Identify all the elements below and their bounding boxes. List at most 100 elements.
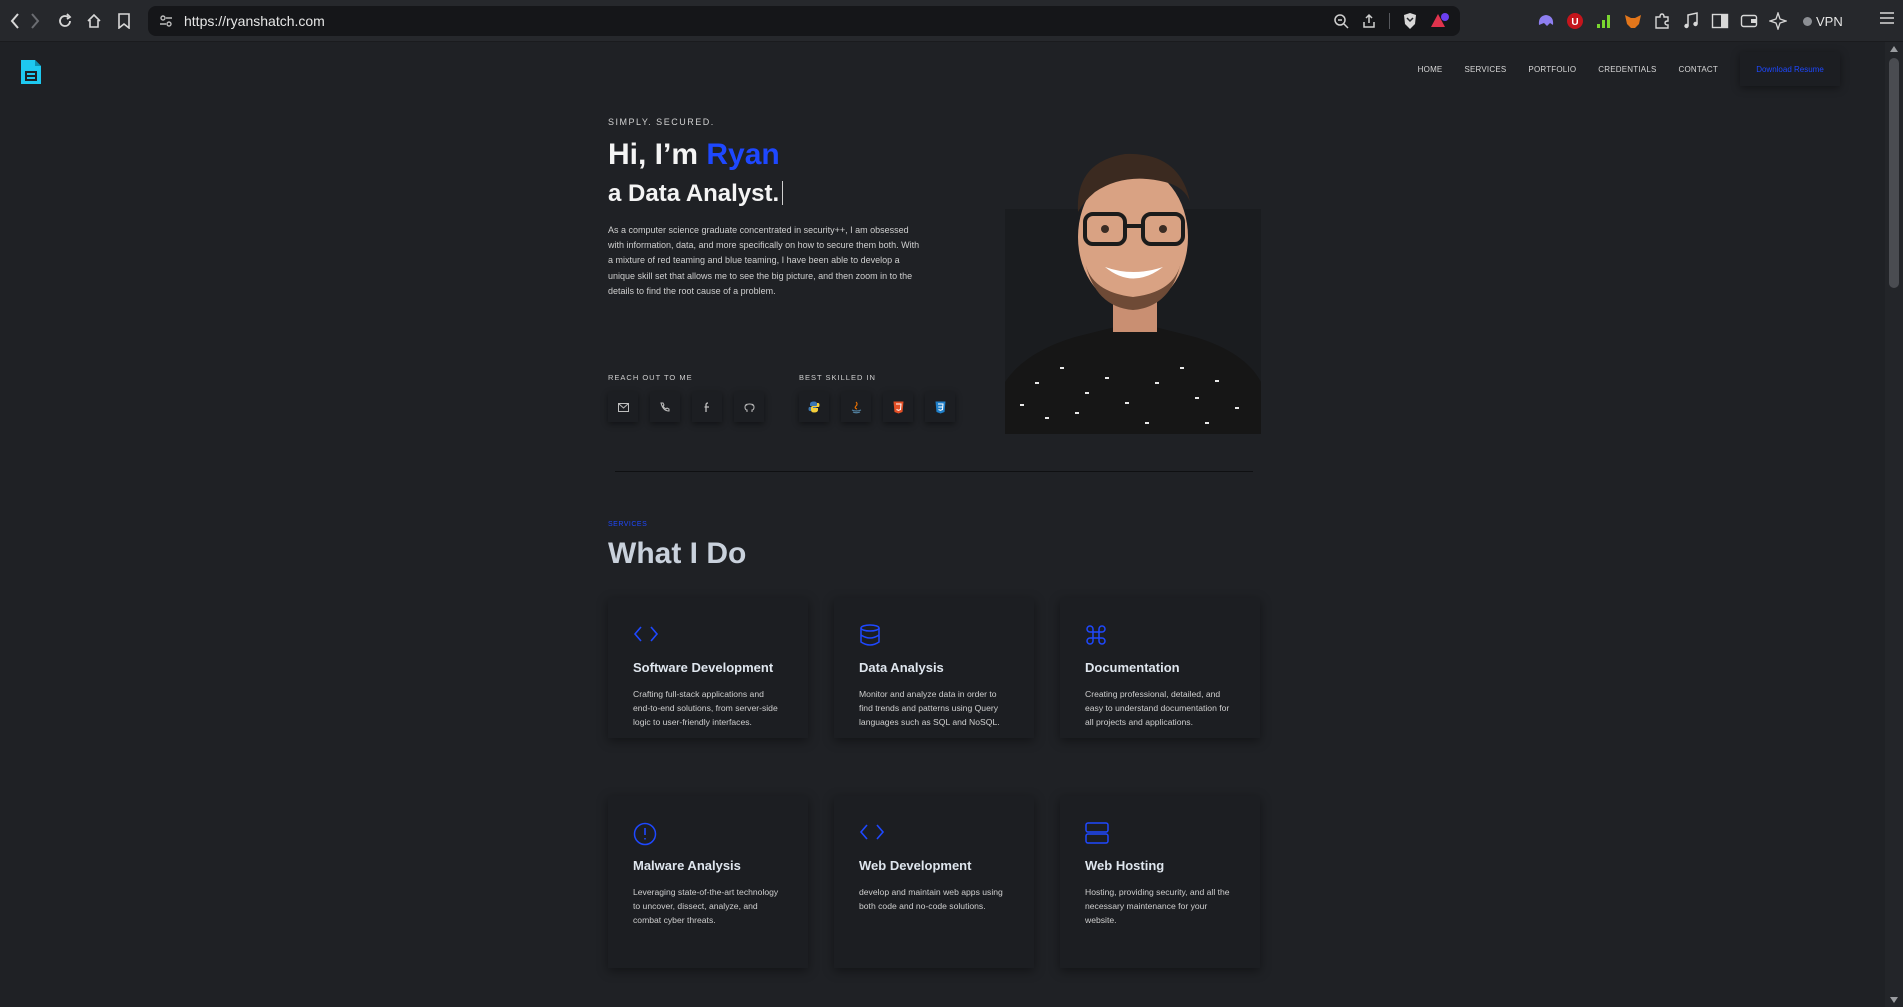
service-title: Web Development bbox=[859, 858, 972, 873]
skill-icons bbox=[799, 392, 955, 422]
role-text: a Data Analyst. bbox=[608, 180, 780, 207]
address-bar[interactable]: https://ryanshatch.com bbox=[148, 6, 1460, 36]
service-card: Web Development develop and maintain web… bbox=[834, 796, 1034, 968]
css3-icon bbox=[935, 401, 945, 413]
browser-toolbar: https://ryanshatch.com U VPN bbox=[0, 0, 1903, 42]
hamburger-icon bbox=[1880, 12, 1894, 24]
skills-label: BEST SKILLED IN bbox=[799, 373, 876, 382]
nav-portfolio[interactable]: PORTFOLIO bbox=[1528, 65, 1576, 74]
server-icon bbox=[1085, 822, 1109, 844]
service-card: Web Hosting Hosting, providing security,… bbox=[1060, 796, 1260, 968]
hero-role: a Data Analyst. bbox=[608, 180, 784, 208]
service-card: Malware Analysis Leveraging state-of-the… bbox=[608, 796, 808, 968]
site-nav: HOME SERVICES PORTFOLIO CREDENTIALS CONT… bbox=[1418, 52, 1840, 86]
url-text[interactable]: https://ryanshatch.com bbox=[184, 13, 325, 29]
leo-ai-icon[interactable] bbox=[1768, 11, 1788, 31]
reach-out-label: REACH OUT TO ME bbox=[608, 373, 693, 382]
service-text: develop and maintain web apps using both… bbox=[859, 887, 1003, 911]
vpn-button[interactable]: VPN bbox=[1797, 14, 1849, 29]
service-title: Web Hosting bbox=[1085, 858, 1165, 873]
service-title: Software Development bbox=[633, 660, 774, 675]
site-settings-icon[interactable] bbox=[148, 14, 184, 28]
hero-tagline: SIMPLY. SECURED. bbox=[608, 117, 715, 127]
skill-html5 bbox=[883, 392, 913, 422]
chevron-right-icon bbox=[31, 13, 40, 29]
email-link[interactable] bbox=[608, 392, 638, 422]
profile-photo bbox=[1005, 153, 1261, 434]
bookmark-button[interactable] bbox=[109, 6, 139, 36]
forward-button[interactable] bbox=[20, 6, 50, 36]
brave-rewards-icon[interactable] bbox=[1430, 12, 1450, 30]
metamask-icon[interactable] bbox=[1623, 11, 1643, 31]
ublock-icon[interactable]: U bbox=[1565, 11, 1585, 31]
facebook-icon bbox=[704, 401, 709, 412]
facebook-link[interactable] bbox=[692, 392, 722, 422]
nav-contact[interactable]: CONTACT bbox=[1679, 65, 1718, 74]
sidebar-toggle-icon[interactable] bbox=[1710, 11, 1730, 31]
service-title: Data Analysis bbox=[859, 660, 944, 675]
mail-icon bbox=[617, 402, 629, 412]
scroll-down-icon[interactable] bbox=[1890, 997, 1898, 1003]
browser-menu-button[interactable] bbox=[1879, 11, 1895, 30]
svg-text:U: U bbox=[1571, 17, 1578, 28]
service-text: Creating professional, detailed, and eas… bbox=[1085, 689, 1230, 727]
nav-services[interactable]: SERVICES bbox=[1464, 65, 1506, 74]
java-icon bbox=[851, 401, 861, 413]
service-card: Documentation Creating professional, det… bbox=[1060, 598, 1260, 738]
puzzle-icon[interactable] bbox=[1652, 11, 1672, 31]
chevron-left-icon bbox=[10, 13, 19, 29]
home-button[interactable] bbox=[79, 6, 109, 36]
reload-button[interactable] bbox=[50, 6, 80, 36]
python-icon bbox=[808, 401, 820, 413]
service-title: Documentation bbox=[1085, 660, 1180, 675]
skill-css3 bbox=[925, 392, 955, 422]
services-tag: SERVICES bbox=[608, 521, 648, 528]
service-title: Malware Analysis bbox=[633, 858, 741, 873]
signal-extension-icon[interactable] bbox=[1594, 11, 1614, 31]
music-icon[interactable] bbox=[1681, 11, 1701, 31]
skill-java bbox=[841, 392, 871, 422]
github-icon bbox=[743, 402, 755, 412]
phone-link[interactable] bbox=[650, 392, 680, 422]
skill-python bbox=[799, 392, 829, 422]
ghost-extension-icon[interactable] bbox=[1536, 11, 1556, 31]
nav-credentials[interactable]: CREDENTIALS bbox=[1598, 65, 1656, 74]
separator bbox=[1389, 13, 1390, 29]
contact-icons bbox=[608, 392, 764, 422]
database-icon bbox=[860, 624, 880, 646]
services-title: What I Do bbox=[608, 537, 747, 570]
typing-caret bbox=[782, 181, 784, 205]
extensions-bar: U VPN bbox=[1536, 6, 1849, 36]
hero-name: Ryan bbox=[706, 138, 780, 171]
alert-circle-icon bbox=[633, 822, 657, 846]
hero-bio: As a computer science graduate concentra… bbox=[608, 225, 920, 296]
share-icon[interactable] bbox=[1361, 13, 1377, 29]
reload-icon bbox=[59, 13, 72, 27]
download-resume-button[interactable]: Download Resume bbox=[1740, 52, 1840, 86]
scrollbar-thumb[interactable] bbox=[1889, 58, 1899, 288]
nav-home[interactable]: HOME bbox=[1418, 65, 1443, 74]
phone-icon bbox=[660, 402, 670, 412]
service-card: Software Development Crafting full-stack… bbox=[608, 598, 808, 738]
vpn-status-dot bbox=[1803, 16, 1812, 26]
zoom-icon[interactable] bbox=[1333, 13, 1349, 29]
wallet-icon[interactable] bbox=[1739, 11, 1759, 31]
web-page: HOME SERVICES PORTFOLIO CREDENTIALS CONT… bbox=[0, 42, 1885, 1007]
github-link[interactable] bbox=[734, 392, 764, 422]
site-logo-icon[interactable] bbox=[18, 59, 44, 85]
code-icon bbox=[633, 626, 659, 642]
service-card: Data Analysis Monitor and analyze data i… bbox=[834, 598, 1034, 738]
service-text: Monitor and analyze data in order to fin… bbox=[859, 689, 1000, 727]
hero-greeting: Hi, I’m Ryan bbox=[608, 138, 780, 172]
brave-shields-icon[interactable] bbox=[1402, 12, 1418, 30]
service-text: Hosting, providing security, and all the… bbox=[1085, 887, 1230, 925]
code-icon bbox=[859, 824, 885, 840]
section-divider bbox=[615, 471, 1253, 472]
bookmark-icon bbox=[118, 13, 130, 29]
scroll-up-icon[interactable] bbox=[1890, 46, 1898, 52]
home-icon bbox=[87, 13, 101, 28]
page-scrollbar[interactable] bbox=[1885, 42, 1903, 1007]
vpn-label: VPN bbox=[1816, 13, 1843, 29]
html5-icon bbox=[893, 401, 903, 413]
greeting-text: Hi, I’m bbox=[608, 138, 707, 171]
